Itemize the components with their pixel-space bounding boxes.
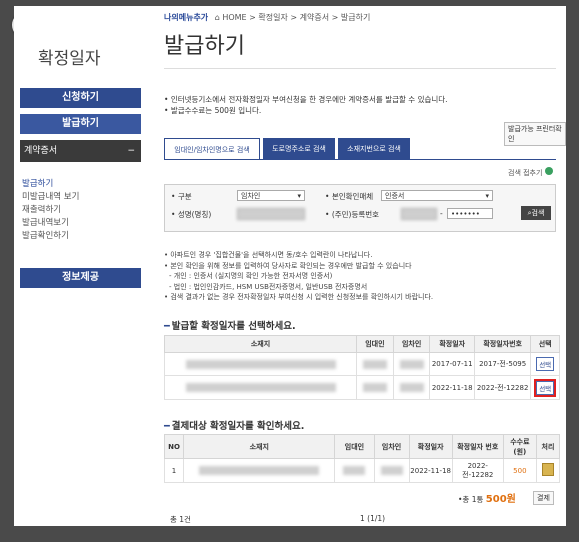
total-summary: •총 1통 500원 [458,494,516,505]
sidebar-link-unissued[interactable]: 미발급내역 보기 [22,191,79,204]
sidebar-links: 발급하기 미발급내역 보기 재출력하기 발급내역보기 발급확인하기 [22,178,79,243]
tab-name-search[interactable]: 임대인/임차인명으로 검색 [164,138,260,160]
sidebar-apply-button[interactable]: 신청하기 [20,88,141,108]
pay-heading: ━ 결제대상 확정일자를 확인하세요. [164,421,305,432]
trash-icon[interactable] [541,463,554,476]
result-count: 총 1건 [170,515,191,524]
select-row-button[interactable]: 선택 [534,378,557,397]
select-heading: ━ 발급할 확정일자를 선택하세요. [164,321,296,332]
table-row: 1 2022-11-18 2022-전-12282 500 [163,458,561,483]
reg-number-front-input[interactable] [401,208,437,220]
sidebar-item-contract[interactable]: 계약증서 − [20,140,141,162]
my-menu-link[interactable]: 나의메뉴추가 [164,13,208,22]
sidebar-link-reprint[interactable]: 재출력하기 [22,204,79,217]
search-fold-toggle[interactable]: 검색 접추기 [508,167,553,178]
title-divider [164,68,556,69]
type-select[interactable]: 임차인 ▾ [237,190,305,201]
pagination[interactable]: 1 (1/1) [360,514,385,523]
table-row: 2022-11-18 2022-전-12282 선택 [163,375,560,400]
select-row-button[interactable]: 선택 [536,357,555,371]
search-form: • 구분 임차인 ▾ • 본인확인매체 인증서 ▾ • 성명(명칭) • (주민)등… [164,184,556,232]
home-icon: ⌂ [214,13,220,22]
notice-list: • 인터넷등기소에서 전자확정일자 부여신청을 한 경우에만 계약증서를 발급할… [164,95,448,115]
tab-underline [164,159,556,160]
sidebar-title: 확정일자 [38,49,101,69]
chevron-down-icon: ▾ [485,192,489,200]
verify-select[interactable]: 인증서 ▾ [381,190,493,201]
chevron-down-icon: ▾ [297,192,301,200]
info-list: • 아파트인 경우 '집합건물'을 선택하시면 동/호수 입력란이 나타납니다.… [164,251,434,301]
sidebar-link-issue[interactable]: 발급하기 [22,178,79,191]
printer-check-button[interactable]: 발급가능 프린터확인 [504,122,566,146]
name-input[interactable] [237,208,305,220]
pay-button[interactable]: 결제 [533,491,554,505]
page-title: 발급하기 [164,34,245,59]
breadcrumb: 나의메뉴추가 ⌂ HOME > 확정일자 > 계약증서 > 발급하기 [164,13,371,22]
table-row: 2017-07-11 2017-전-5095 선택 [163,352,560,376]
sidebar-link-history[interactable]: 발급내역보기 [22,217,79,230]
collapse-icon: − [127,146,135,156]
select-table: 소재지 임대인 임차인 확정일자 확정일자번호 선택 2017-07-11 20… [163,335,560,400]
page: 나의메뉴추가 ⌂ HOME > 확정일자 > 계약증서 > 발급하기 확정일자 … [14,6,566,526]
sidebar-link-verify[interactable]: 발급확인하기 [22,230,79,243]
sidebar-issue-button[interactable]: 발급하기 [20,114,141,134]
tab-road-search[interactable]: 도로명주소로 검색 [263,138,335,160]
tab-lot-search[interactable]: 소재지번으로 검색 [338,138,410,160]
fold-icon [544,167,553,175]
pay-table: NO 소재지 임대인 임차인 확정일자 확정일자 번호 수수료 (원) 처리 1… [163,434,561,483]
sidebar-info-button[interactable]: 정보제공 [20,268,141,288]
reg-number-back-input[interactable]: ••••••• [447,208,493,219]
search-button[interactable]: ⌕검색 [521,206,551,220]
